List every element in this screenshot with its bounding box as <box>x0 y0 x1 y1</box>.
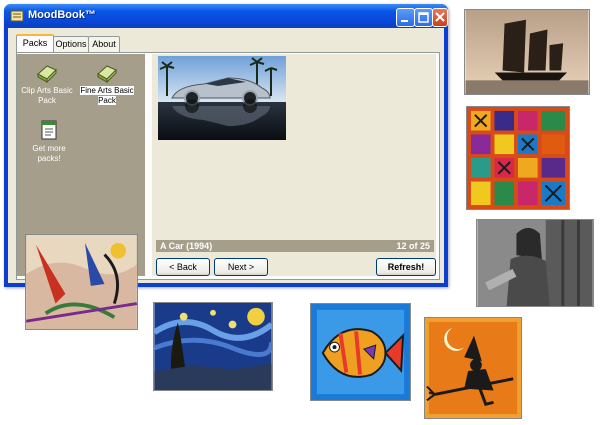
thumbnail-witch-on-broom[interactable] <box>424 317 522 419</box>
book-icon <box>37 65 57 84</box>
title-bar[interactable]: MoodBook™ <box>4 4 448 28</box>
tab-packs[interactable]: Packs <box>16 34 54 54</box>
minimize-icon <box>401 20 408 22</box>
pack-label: Fine Arts Basic Pack <box>80 86 134 105</box>
thumbnail-cartoon-fish[interactable] <box>310 303 411 401</box>
maximize-icon <box>418 12 429 23</box>
tab-about[interactable]: About <box>88 36 120 52</box>
book-icon <box>97 65 117 84</box>
pack-clip-arts[interactable]: Clip Arts Basic Pack <box>19 60 75 106</box>
document-icon <box>41 120 57 140</box>
refresh-button[interactable]: Refresh! <box>376 258 436 276</box>
get-more-packs[interactable]: Get more packs! <box>29 118 69 164</box>
app-icon <box>10 10 24 22</box>
minimize-button[interactable] <box>396 8 415 27</box>
pack-label: Clip Arts Basic Pack <box>21 86 73 105</box>
thumbnail-junk-sailboat[interactable] <box>464 9 590 95</box>
thumbnail-woman-photo[interactable] <box>476 219 594 307</box>
close-button[interactable] <box>432 8 448 27</box>
thumbnail-starry-night[interactable] <box>153 302 273 391</box>
image-viewer: A Car (1994) 12 of 25 < Back Next > Refr… <box>152 54 436 276</box>
maximize-button[interactable] <box>414 8 433 27</box>
window-title: MoodBook™ <box>28 9 96 21</box>
tab-options[interactable]: Options <box>53 36 89 52</box>
caption-bar: A Car (1994) 12 of 25 <box>156 240 434 252</box>
back-button[interactable]: < Back <box>156 258 210 276</box>
pack-label: Get more packs! <box>32 144 66 163</box>
next-button[interactable]: Next > <box>214 258 268 276</box>
pack-fine-arts[interactable]: Fine Arts Basic Pack <box>79 60 135 106</box>
thumbnail-abstract-painting[interactable] <box>25 234 138 330</box>
thumbnail-african-pattern[interactable] <box>466 106 570 210</box>
close-icon <box>435 12 445 22</box>
image-counter: 12 of 25 <box>396 241 430 251</box>
image-caption: A Car (1994) <box>160 241 213 251</box>
car-preview-image <box>158 56 286 140</box>
